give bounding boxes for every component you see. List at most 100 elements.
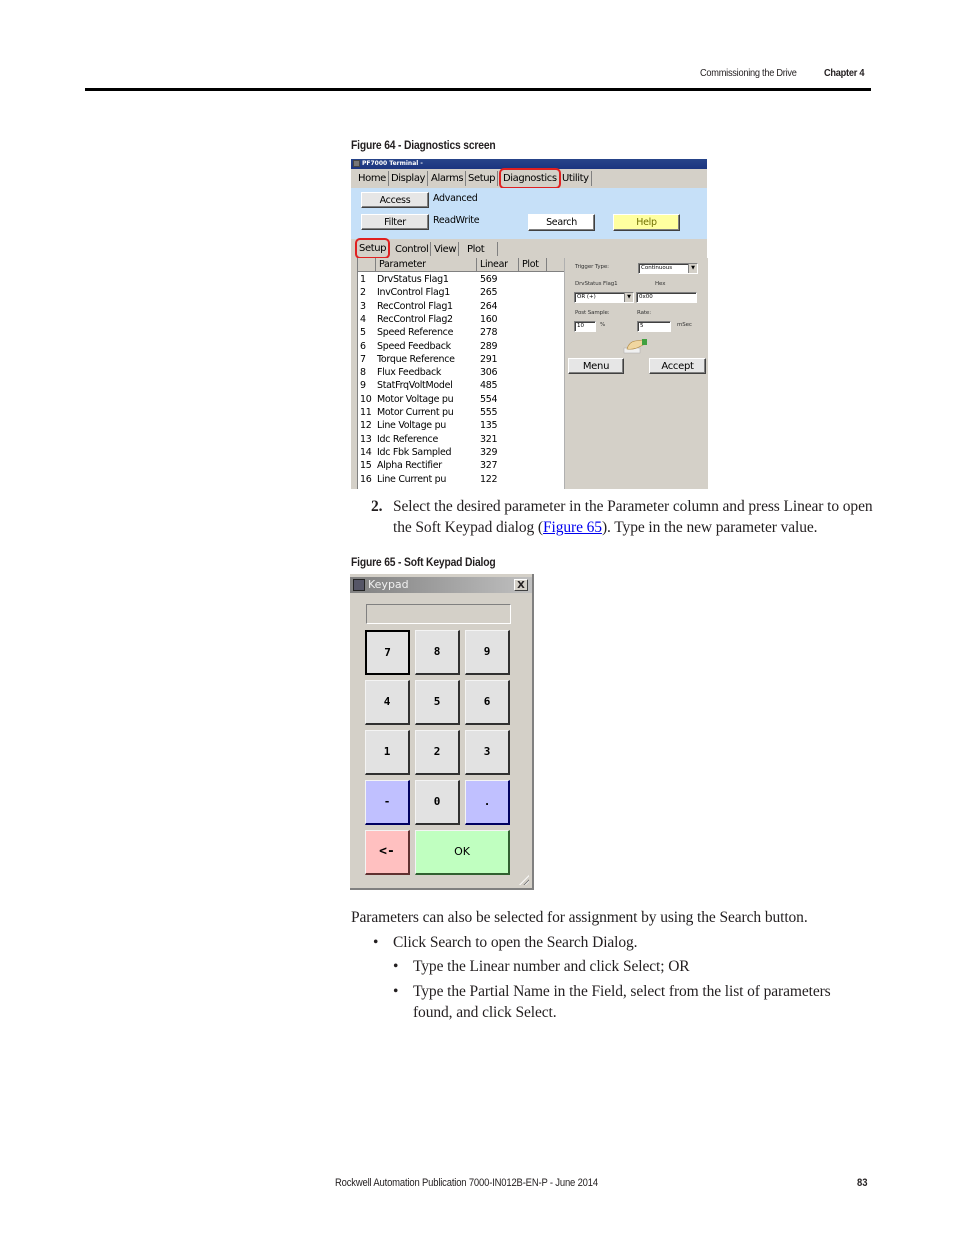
hand-pointer-icon: [623, 339, 647, 354]
key-6[interactable]: 6: [465, 680, 510, 725]
parameter-name: Torque Reference: [377, 353, 455, 365]
parameter-name: Alpha Rectifier: [377, 460, 442, 472]
tab-display[interactable]: Display: [389, 171, 429, 186]
row-number: 14: [360, 446, 372, 458]
bullet-icon: •: [373, 934, 379, 951]
trigger-type-value: Continuous: [641, 265, 673, 271]
linear-value[interactable]: 278: [480, 326, 498, 339]
post-sample-unit: %: [600, 322, 606, 328]
subtab-view[interactable]: View: [432, 242, 460, 256]
accept-button[interactable]: Accept: [649, 358, 706, 374]
keypad-title-bar: Keypad X: [350, 577, 532, 593]
filter-button[interactable]: Filter: [361, 214, 429, 230]
row-number: 6: [360, 340, 366, 352]
page-number: 83: [857, 1177, 868, 1189]
key-3[interactable]: 3: [465, 730, 510, 775]
key-minus[interactable]: -: [365, 780, 410, 825]
step-text-after: ). Type in the new parameter value.: [601, 519, 818, 536]
linear-value[interactable]: 265: [480, 286, 498, 299]
table-row[interactable]: 2 InvControl Flag1 265: [358, 286, 564, 299]
linear-value[interactable]: 327: [480, 459, 498, 472]
linear-value[interactable]: 135: [480, 419, 498, 432]
linear-value[interactable]: 329: [480, 446, 498, 459]
dropdown-arrow-icon[interactable]: ▼: [624, 293, 633, 302]
trigger-type-select[interactable]: Continuous ▼: [638, 263, 698, 274]
rate-field[interactable]: 5: [637, 321, 671, 332]
help-button[interactable]: Help: [613, 214, 680, 231]
sub-bullet-item: • Type the Partial Name in the Field, se…: [393, 981, 873, 1023]
close-icon[interactable]: X: [514, 579, 528, 591]
key-8[interactable]: 8: [415, 630, 460, 675]
row-number: 9: [360, 380, 366, 392]
parameter-name: Motor Current pu: [377, 407, 454, 418]
tab-setup[interactable]: Setup: [466, 171, 499, 186]
resize-grip-icon[interactable]: [519, 875, 529, 885]
table-row[interactable]: 10 Motor Voltage pu 554: [358, 393, 564, 406]
figure-65-link[interactable]: Figure 65: [543, 519, 602, 536]
key-9[interactable]: 9: [465, 630, 510, 675]
table-row[interactable]: 6 Speed Feedback 289: [358, 340, 564, 353]
linear-value[interactable]: 321: [480, 433, 498, 446]
linear-value[interactable]: 160: [480, 313, 498, 326]
subtab-plot[interactable]: Plot: [465, 242, 498, 256]
filter-value: ReadWrite: [433, 215, 480, 226]
dropdown-arrow-icon[interactable]: ▼: [688, 264, 697, 273]
diagnostics-sub-tabs: Setup Control View Plot: [351, 238, 707, 259]
table-row[interactable]: 15 Alpha Rectifier 327: [358, 459, 564, 472]
subtab-setup[interactable]: Setup: [355, 238, 391, 259]
table-row[interactable]: 11 Motor Current pu 555: [358, 406, 564, 419]
menu-button[interactable]: Menu: [568, 358, 624, 374]
tab-utility[interactable]: Utility: [560, 171, 592, 186]
key-2[interactable]: 2: [415, 730, 460, 775]
linear-value[interactable]: 306: [480, 366, 498, 379]
backspace-button[interactable]: <-: [365, 830, 410, 875]
linear-value[interactable]: 289: [480, 340, 498, 353]
search-button[interactable]: Search: [528, 214, 595, 231]
column-header-linear[interactable]: Linear: [477, 258, 519, 271]
key-0[interactable]: 0: [415, 780, 460, 825]
post-sample-field[interactable]: 10: [574, 321, 596, 332]
ok-button[interactable]: OK: [415, 830, 510, 875]
table-row[interactable]: 9 StatFrqVoltModel 485: [358, 379, 564, 392]
table-row[interactable]: 12 Line Voltage pu 135: [358, 419, 564, 432]
tab-home[interactable]: Home: [356, 171, 389, 186]
key-1[interactable]: 1: [365, 730, 410, 775]
table-row[interactable]: 14 Idc Fbk Sampled 329: [358, 446, 564, 459]
linear-value[interactable]: 569: [480, 273, 498, 286]
access-button[interactable]: Access: [361, 192, 429, 208]
hex-value-field[interactable]: 0x00: [636, 292, 697, 303]
parameter-name: Motor Voltage pu: [377, 393, 454, 405]
table-row[interactable]: 16 Line Current pu 122: [358, 473, 564, 486]
subtab-control[interactable]: Control: [393, 242, 432, 256]
row-number: 7: [360, 353, 366, 365]
table-row[interactable]: 4 RecControl Flag2 160: [358, 313, 564, 326]
tab-diagnostics[interactable]: Diagnostics: [499, 168, 561, 189]
table-row[interactable]: 3 RecControl Flag1 264: [358, 300, 564, 313]
table-row[interactable]: 1 DrvStatus Flag1 569: [358, 273, 564, 286]
linear-value[interactable]: 264: [480, 300, 498, 313]
row-number: 2: [360, 287, 366, 299]
keypad-display-field[interactable]: [366, 604, 511, 624]
key-4[interactable]: 4: [365, 680, 410, 725]
condition-select[interactable]: OR (+) ▼: [574, 292, 634, 303]
table-row[interactable]: 5 Speed Reference 278: [358, 326, 564, 339]
key-decimal[interactable]: .: [465, 780, 510, 825]
sub-bullet-item: • Type the Linear number and click Selec…: [393, 956, 873, 977]
linear-value[interactable]: 291: [480, 353, 498, 366]
column-header-parameter[interactable]: Parameter: [376, 258, 477, 271]
linear-value[interactable]: 122: [480, 473, 498, 486]
post-sample-label: Post Sample:: [575, 310, 610, 316]
tab-alarms[interactable]: Alarms: [429, 171, 467, 186]
keypad-app-icon: [353, 579, 365, 591]
table-row[interactable]: 13 Idc Reference 321: [358, 433, 564, 446]
linear-value[interactable]: 554: [480, 393, 498, 406]
app-icon: [353, 160, 360, 167]
linear-value[interactable]: 485: [480, 379, 498, 392]
flag-label: DrvStatus Flag1: [575, 281, 618, 287]
table-row[interactable]: 7 Torque Reference 291: [358, 353, 564, 366]
key-7[interactable]: 7: [365, 630, 410, 675]
column-header-plot[interactable]: Plot: [519, 258, 547, 271]
linear-value[interactable]: 555: [480, 406, 498, 419]
key-5[interactable]: 5: [415, 680, 460, 725]
table-row[interactable]: 8 Flux Feedback 306: [358, 366, 564, 379]
